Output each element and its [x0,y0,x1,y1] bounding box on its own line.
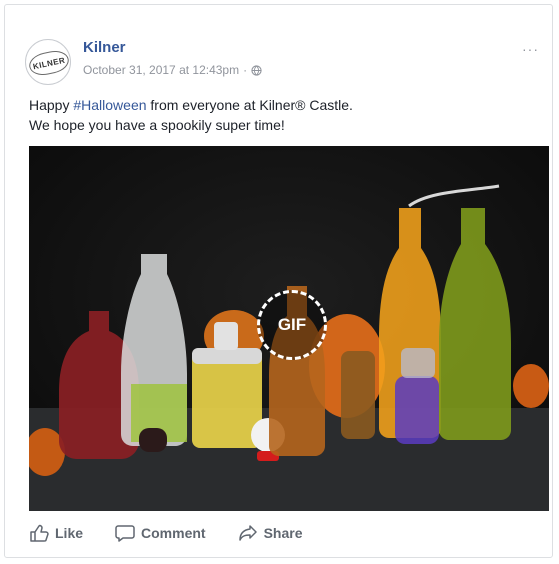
post-text-line-2: We hope you have a spookily super time! [29,117,285,133]
post-card: KILNER Kilner October 31, 2017 at 12:43p… [4,4,553,558]
like-label: Like [55,525,84,541]
comment-button[interactable]: Comment [115,524,206,542]
page-name[interactable]: Kilner [83,39,126,56]
post-text-line-1: Happy #Halloween from everyone at Kilner… [29,95,529,115]
post-meta: October 31, 2017 at 12:43pm · [83,63,262,77]
post-media[interactable]: GIF [29,146,549,511]
gif-play-button[interactable]: GIF [257,290,327,360]
post-text-prefix: Happy [29,97,74,113]
meta-separator: · [243,63,248,77]
avatar[interactable]: KILNER [25,39,71,85]
kilner-logo: KILNER [27,48,70,78]
share-icon [238,525,257,541]
comment-label: Comment [141,525,206,541]
post-text-suffix: from everyone at Kilner® Castle. [146,97,353,113]
share-label: Share [263,525,303,541]
like-button[interactable]: Like [29,524,83,542]
more-options-button[interactable]: ··· [522,41,539,57]
post-actions: Like Comment Share [29,519,529,547]
thumbs-up-icon [30,524,49,542]
post-header: KILNER Kilner October 31, 2017 at 12:43p… [25,35,545,85]
hashtag-link[interactable]: #Halloween [73,97,146,113]
globe-icon [251,64,262,76]
share-button[interactable]: Share [238,524,303,542]
post-text: Happy #Halloween from everyone at Kilner… [29,95,529,135]
post-timestamp[interactable]: October 31, 2017 at 12:43pm [83,63,239,77]
comment-icon [115,525,135,542]
